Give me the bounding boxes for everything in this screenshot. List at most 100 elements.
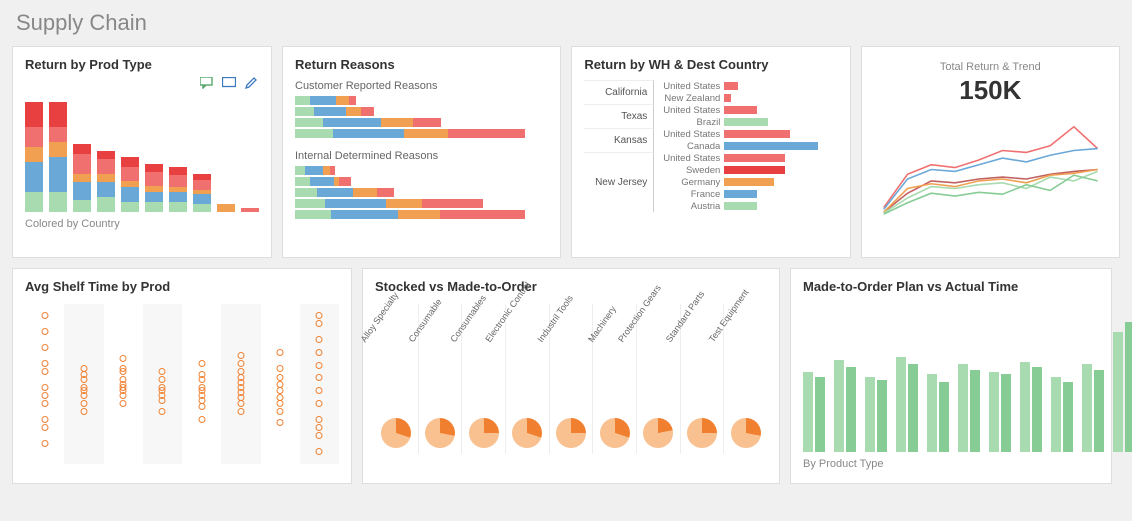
wh-bar <box>724 202 757 210</box>
bar-segment <box>330 166 335 175</box>
bar-segment <box>73 174 91 182</box>
scatter-point <box>316 448 323 455</box>
wh-bar <box>724 94 731 102</box>
chart-wh-dest: CaliforniaUnited StatesNew ZealandTexasU… <box>584 80 837 212</box>
bar-segment <box>295 107 314 116</box>
scatter-point <box>316 424 323 431</box>
bar-segment <box>305 166 323 175</box>
chart-plan-vs-actual <box>803 312 1099 452</box>
bar-segment <box>217 204 235 212</box>
bar-segment <box>325 199 386 208</box>
scatter-point <box>316 349 323 356</box>
scatter-point <box>41 440 48 447</box>
bar-segment <box>97 159 115 174</box>
bar-segment <box>440 210 525 219</box>
bar-segment <box>317 188 353 197</box>
bar-segment <box>241 208 259 212</box>
pie-mini <box>512 418 542 448</box>
dashboard-row-1: Return by Prod Type Colored by Country R… <box>12 46 1120 258</box>
scatter-point <box>198 403 205 410</box>
scatter-point <box>316 362 323 369</box>
bar-segment <box>295 166 305 175</box>
bar-segment <box>386 199 422 208</box>
plan-bar <box>877 380 887 452</box>
scatter-point <box>80 384 87 391</box>
bar-segment <box>422 199 483 208</box>
scatter-point <box>80 408 87 415</box>
scatter-point <box>80 365 87 372</box>
bar-segment <box>295 188 317 197</box>
bar-segment <box>145 172 163 186</box>
bar-segment <box>413 118 441 127</box>
plan-bar <box>865 377 875 452</box>
bar-segment <box>97 174 115 182</box>
category-label: Alloy Specialty <box>359 290 401 344</box>
plan-bar <box>1051 377 1061 452</box>
scatter-point <box>277 408 284 415</box>
bar-segment <box>169 167 187 175</box>
bar-segment <box>49 102 67 127</box>
bar-segment <box>97 182 115 197</box>
wh-group-label: Texas <box>584 104 654 128</box>
card-footer: By Product Type <box>803 458 1099 470</box>
card-avg-shelf-time: Avg Shelf Time by Prod <box>12 268 352 484</box>
bar-segment <box>346 107 361 116</box>
plan-bar <box>1082 364 1092 452</box>
dashboard-row-2: Avg Shelf Time by Prod Stocked vs Made-t… <box>12 268 1120 484</box>
wh-bar <box>724 190 757 198</box>
scatter-point <box>277 381 284 388</box>
bar-segment <box>295 210 331 219</box>
scatter-point <box>316 416 323 423</box>
bar-segment <box>169 202 187 212</box>
scatter-point <box>198 371 205 378</box>
card-title: Avg Shelf Time by Prod <box>25 279 339 294</box>
bar-segment <box>295 199 325 208</box>
maximize-icon[interactable] <box>221 75 237 91</box>
pie-mini <box>556 418 586 448</box>
chart-trend-lines <box>874 112 1107 222</box>
wh-country-label: United States <box>654 129 724 140</box>
trend-subtitle: Total Return & Trend <box>874 61 1107 73</box>
bar-segment <box>73 144 91 154</box>
plan-bar <box>1020 362 1030 452</box>
bar-segment <box>49 157 67 192</box>
wh-group-label: California <box>584 80 654 104</box>
plan-bar <box>1113 332 1123 452</box>
bar-segment <box>121 187 139 202</box>
scatter-point <box>120 400 127 407</box>
bar-segment <box>448 129 525 138</box>
scatter-point <box>237 352 244 359</box>
wh-bar <box>724 118 768 126</box>
bar-segment <box>49 127 67 142</box>
scatter-point <box>277 365 284 372</box>
bar-segment <box>193 204 211 212</box>
scatter-point <box>198 384 205 391</box>
bar-segment <box>349 96 357 105</box>
wh-bar <box>724 82 737 90</box>
plan-bar <box>908 364 918 452</box>
card-title: Return by Prod Type <box>25 57 259 72</box>
wh-country-label: United States <box>654 153 724 164</box>
card-title: Return Reasons <box>295 57 548 72</box>
bar-segment <box>145 192 163 202</box>
scatter-point <box>277 400 284 407</box>
chat-icon[interactable] <box>199 75 215 91</box>
card-toolbar <box>199 75 259 91</box>
plan-bar <box>989 372 999 452</box>
wh-country-label: Germany <box>654 177 724 188</box>
edit-icon[interactable] <box>243 75 259 91</box>
chart-stocked-pies: Alloy SpecialtyConsumableConsumablesElec… <box>375 304 767 454</box>
card-return-by-wh-dest: Return by WH & Dest Country CaliforniaUn… <box>571 46 850 258</box>
scatter-point <box>198 416 205 423</box>
scatter-point <box>120 376 127 383</box>
bar-segment <box>404 129 449 138</box>
chart-return-by-prod-type <box>25 92 259 212</box>
bar-segment <box>73 182 91 200</box>
bar-segment <box>193 180 211 190</box>
wh-country-label: United States <box>654 105 724 116</box>
bar-segment <box>121 202 139 212</box>
scatter-point <box>237 374 244 381</box>
card-plan-vs-actual: Made-to-Order Plan vs Actual Time By Pro… <box>790 268 1112 484</box>
pie-mini <box>731 418 761 448</box>
chart-customer-reasons <box>295 96 548 138</box>
